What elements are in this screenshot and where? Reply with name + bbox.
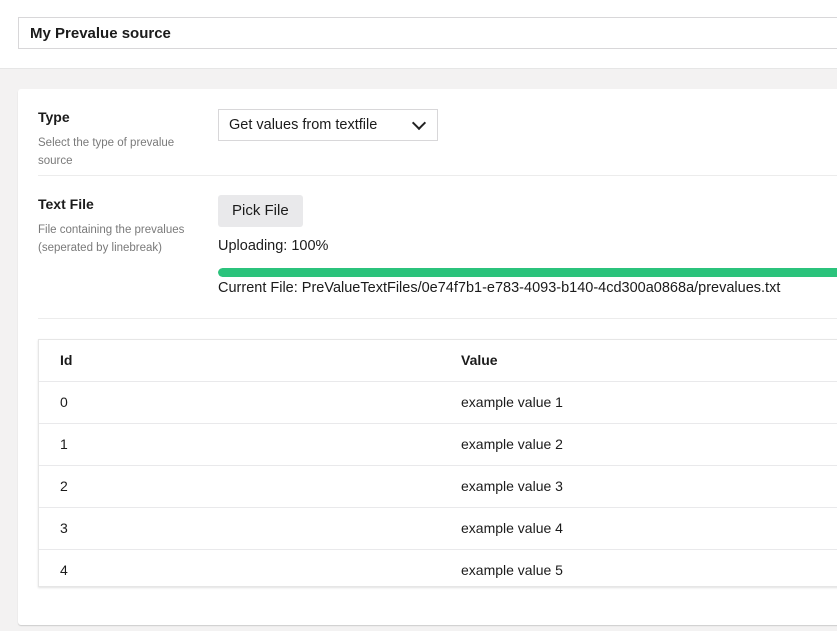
upload-progress-fill — [218, 268, 837, 277]
row-id: 4 — [60, 562, 68, 578]
row-id: 3 — [60, 520, 68, 536]
table-row: 1 example value 2 — [39, 423, 837, 465]
text-file-description: File containing the prevalues (seperated… — [38, 224, 185, 254]
column-header-value: Value — [461, 352, 498, 368]
row-value: example value 2 — [461, 436, 563, 452]
row-id: 0 — [60, 394, 68, 410]
row-value: example value 3 — [461, 478, 563, 494]
prevalue-source-name-input[interactable] — [18, 17, 837, 49]
row-value: example value 1 — [461, 394, 563, 410]
row-value: example value 5 — [461, 562, 563, 578]
pick-file-button[interactable]: Pick File — [218, 195, 303, 227]
current-file-path: Current File: PreValueTextFiles/0e74f7b1… — [218, 280, 781, 296]
settings-panel: Type Select the type of prevalue source … — [18, 89, 837, 625]
upload-progress-bar — [218, 268, 837, 277]
chevron-down-icon — [411, 115, 427, 130]
row-id: 2 — [60, 478, 68, 494]
table-row: 0 example value 1 — [39, 381, 837, 423]
type-description: Select the type of prevalue source — [38, 137, 175, 167]
type-label: Type — [38, 109, 70, 125]
text-file-label: Text File — [38, 196, 94, 212]
table-row: 3 example value 4 — [39, 507, 837, 549]
type-select[interactable]: Get values from textfile — [218, 109, 438, 141]
row-value: example value 4 — [461, 520, 563, 536]
table-row: 4 example value 5 — [39, 549, 837, 591]
text-file-property-row: Text File File containing the prevalues … — [38, 175, 837, 319]
row-id: 1 — [60, 436, 68, 452]
table-header-row: Id Value — [39, 340, 837, 381]
type-select-value: Get values from textfile — [229, 117, 378, 133]
upload-status: Uploading: 100% — [218, 238, 329, 254]
prevalues-table: Id Value 0 example value 1 1 example val… — [38, 339, 837, 587]
table-row: 2 example value 3 — [39, 465, 837, 507]
type-property-row: Type Select the type of prevalue source … — [38, 89, 837, 176]
column-header-id: Id — [60, 352, 73, 368]
editor-header — [0, 0, 837, 69]
